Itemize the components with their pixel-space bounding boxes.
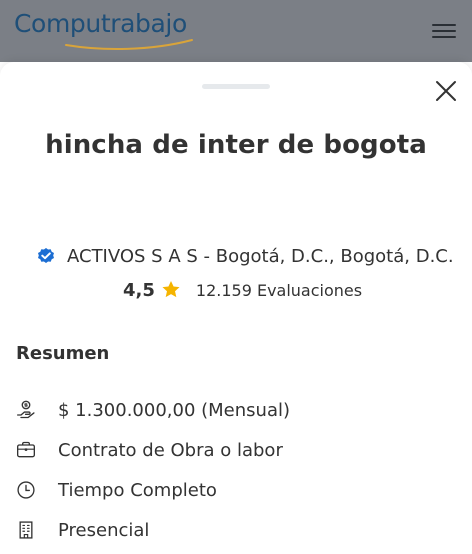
briefcase-icon (17, 441, 35, 458)
workplace-text: Presencial (58, 519, 150, 541)
menu-line-middle (432, 30, 456, 32)
menu-line-bottom (432, 36, 456, 38)
building-icon (19, 521, 33, 539)
summary-list: $ 1.300.000,00 (Mensual) Contrato de Obr… (16, 390, 446, 550)
clock-icon (17, 481, 35, 499)
company-name-location[interactable]: ACTIVOS S A S - Bogotá, D.C., Bogotá, D.… (67, 244, 454, 270)
drag-handle[interactable] (202, 84, 270, 89)
company-location-line: ACTIVOS S A S - Bogotá, D.C., Bogotá, D.… (36, 244, 456, 270)
job-detail-bottom-sheet: hincha de inter de bogota ACTIVOS S A S … (0, 62, 472, 554)
salary-icon (17, 400, 35, 419)
company-rating[interactable]: 4,5 12.159 Evaluaciones (123, 276, 362, 304)
verified-badge-icon (38, 248, 54, 263)
logo-swoosh-icon (65, 39, 193, 51)
top-app-bar: Computrabajo (0, 0, 472, 62)
summary-heading: Resumen (16, 343, 110, 364)
summary-item-salary: $ 1.300.000,00 (Mensual) (16, 390, 446, 430)
salary-text: $ 1.300.000,00 (Mensual) (58, 399, 291, 421)
rating-value: 4,5 (123, 279, 155, 301)
schedule-text: Tiempo Completo (58, 479, 217, 501)
brand-name: Computrabajo (14, 9, 187, 38)
close-icon[interactable] (434, 79, 458, 103)
contract-type-text: Contrato de Obra o labor (58, 439, 283, 461)
star-icon (162, 281, 180, 298)
computrabajo-logo[interactable]: Computrabajo (14, 8, 194, 52)
job-detail-screen: Computrabajo hincha de inter de bogota A… (0, 0, 472, 554)
summary-item-contract: Contrato de Obra o labor (16, 430, 446, 470)
menu-line-top (432, 24, 456, 26)
job-title: hincha de inter de bogota (45, 130, 427, 160)
hamburger-menu-icon[interactable] (432, 22, 456, 40)
summary-item-workplace: Presencial (16, 510, 446, 550)
summary-item-schedule: Tiempo Completo (16, 470, 446, 510)
evaluations-count: 12.159 Evaluaciones (195, 280, 363, 300)
